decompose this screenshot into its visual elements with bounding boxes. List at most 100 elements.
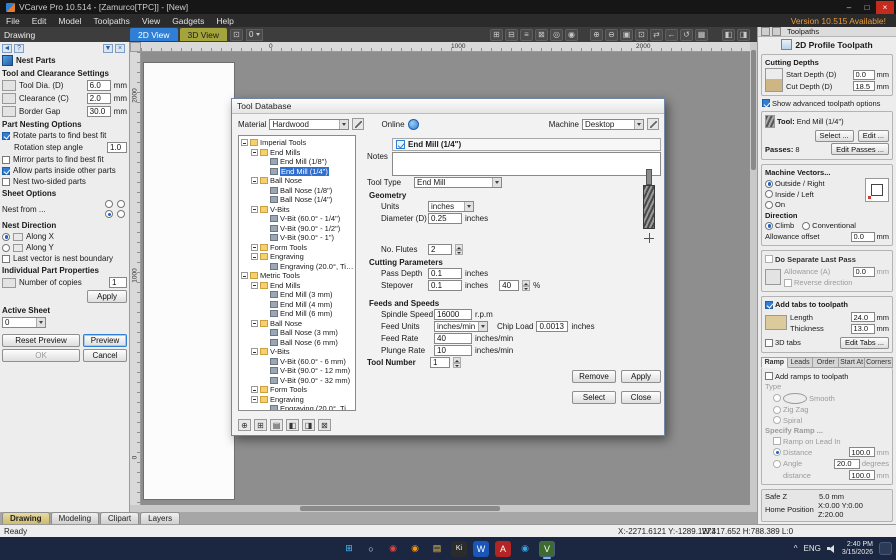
tool-number-input[interactable] xyxy=(430,357,450,368)
stepover-percent-stepper[interactable] xyxy=(522,280,531,291)
subtab[interactable]: Leads xyxy=(787,357,814,368)
word-icon[interactable]: W xyxy=(473,540,489,557)
edit-machine-icon[interactable] xyxy=(647,118,659,130)
units-dropdown[interactable]: inches xyxy=(428,201,474,212)
two-sided-checkbox[interactable] xyxy=(2,177,10,186)
reset-preview-button[interactable]: Reset Preview xyxy=(2,334,80,347)
drawing-panel-tab[interactable]: Drawing xyxy=(0,30,130,40)
refresh-view-icon[interactable]: ↺ xyxy=(680,28,693,41)
tree-expander-icon[interactable] xyxy=(251,177,258,185)
tree-expander-icon[interactable] xyxy=(251,348,258,356)
messaging-icon[interactable]: ◉ xyxy=(517,541,533,557)
tool-tree-item[interactable]: End Mill (3 mm) xyxy=(241,290,355,300)
tree-expander-icon[interactable] xyxy=(251,319,258,327)
zoom-in-icon[interactable]: ⊕ xyxy=(590,28,603,41)
machine-vector-option[interactable]: On xyxy=(765,200,862,209)
chip-load-input[interactable] xyxy=(536,321,569,332)
last-pass-checkbox[interactable] xyxy=(765,255,773,263)
zoom-fit-icon[interactable]: ⊡ xyxy=(635,28,648,41)
along-x-radio[interactable] xyxy=(2,232,10,241)
parts-inside-checkbox[interactable] xyxy=(2,166,10,175)
tool-tree-item[interactable]: Ball Nose xyxy=(241,176,355,186)
monitor-icon[interactable]: ⊡ xyxy=(230,28,243,41)
panel-help-icon[interactable]: ? xyxy=(14,44,24,53)
tool-tree-item[interactable]: Ball Nose (1/4") xyxy=(241,195,355,205)
tool-tree-item[interactable]: V-Bit (90.0° - 32 mm) xyxy=(241,376,355,386)
dialog-titlebar[interactable]: Tool Database xyxy=(232,99,664,114)
tool-tree-item[interactable]: V-Bit (90.0° - 1") xyxy=(241,233,355,243)
stepover-percent-input[interactable] xyxy=(499,280,520,291)
nest-from-top-right-radio[interactable] xyxy=(117,200,125,208)
tool-tree-item[interactable]: Engraving (20.0°, Tip 0.5 - 6... xyxy=(241,404,355,410)
notification-icon[interactable] xyxy=(879,542,892,555)
cancel-button[interactable]: Cancel xyxy=(83,349,127,362)
tool-tree-item[interactable]: Form Tools xyxy=(241,385,355,395)
pass-depth-input[interactable] xyxy=(428,268,462,279)
search-icon[interactable]: ○ xyxy=(363,541,379,557)
tray-chevron-icon[interactable]: ^ xyxy=(794,544,798,553)
add-ramps-checkbox[interactable] xyxy=(765,372,773,380)
menu-item[interactable]: File xyxy=(0,14,26,27)
maximize-button[interactable]: □ xyxy=(858,1,876,14)
ramp-distance-radio[interactable] xyxy=(773,448,781,456)
page-tab[interactable]: Layers xyxy=(140,512,181,524)
tree-expander-icon[interactable] xyxy=(251,148,258,156)
material-dropdown[interactable]: Hardwood xyxy=(269,118,350,130)
firefox-icon[interactable]: ◉ xyxy=(407,541,423,557)
tool-tree-item[interactable]: End Mill (4 mm) xyxy=(241,300,355,310)
tool-tree-item[interactable]: End Mill (6 mm) xyxy=(241,309,355,319)
tool-tree-item[interactable]: Ball Nose (1/8") xyxy=(241,186,355,196)
language-indicator[interactable]: ENG xyxy=(804,544,821,553)
clearance-field-input[interactable] xyxy=(86,106,111,117)
machine-dropdown[interactable]: Desktop xyxy=(582,118,644,130)
tool-edit-button[interactable]: Edit ... xyxy=(857,129,889,142)
tool-tree-item[interactable]: V-Bit (60.0° - 1/4") xyxy=(241,214,355,224)
snap-grid-icon[interactable]: ⊞ xyxy=(490,28,503,41)
close-button[interactable]: × xyxy=(876,0,894,14)
tree-expander-icon[interactable] xyxy=(251,386,258,394)
copy-tool-icon[interactable]: ▤ xyxy=(270,419,283,431)
menu-item[interactable]: Model xyxy=(52,14,87,27)
rotation-step-input[interactable] xyxy=(107,142,127,153)
tree-expander-icon[interactable] xyxy=(241,272,248,280)
tool-tree-item[interactable]: Ball Nose (3 mm) xyxy=(241,328,355,338)
menu-item[interactable]: Gadgets xyxy=(166,14,210,27)
apply-button[interactable]: Apply xyxy=(87,290,127,303)
subtab[interactable]: Start At xyxy=(839,357,866,368)
feed-units-dropdown[interactable]: inches/min xyxy=(434,321,488,332)
tabs-3d-checkbox[interactable] xyxy=(765,338,773,347)
tool-select-button[interactable]: Select ... xyxy=(814,129,854,142)
ruler-toggle-icon[interactable]: ≡ xyxy=(520,28,533,41)
layer-select-dropdown[interactable]: 0 xyxy=(246,28,264,41)
vcarve-icon[interactable]: V xyxy=(539,540,555,559)
tool-tree-item[interactable]: End Mill (1/4") xyxy=(241,166,355,177)
delete-tool-icon[interactable]: ⊠ xyxy=(318,419,331,431)
tool-tree-item[interactable]: Engraving xyxy=(241,252,355,262)
tool-tree-item[interactable]: End Mills xyxy=(241,148,355,158)
ramp-distance2-input[interactable] xyxy=(848,470,875,480)
version-notice[interactable]: Version 10.515 Available! xyxy=(791,16,886,26)
previous-view-icon[interactable]: ← xyxy=(665,28,678,41)
nest-from-top-left-radio[interactable] xyxy=(105,200,113,208)
panel-pin-icon[interactable] xyxy=(761,27,770,36)
ok-button[interactable]: OK xyxy=(2,349,80,362)
page-tab[interactable]: Drawing xyxy=(2,512,50,524)
pan-view-icon[interactable]: ⇄ xyxy=(650,28,663,41)
machine-vector-option[interactable]: Inside / Left xyxy=(765,190,862,199)
climb-radio[interactable] xyxy=(765,221,773,230)
cut-depth-input[interactable] xyxy=(852,81,875,91)
vertical-scrollbar[interactable] xyxy=(750,42,757,505)
tree-expander-icon[interactable] xyxy=(251,243,258,251)
menu-item[interactable]: Toolpaths xyxy=(88,14,136,27)
tool-tree-item[interactable]: End Mill (1/8") xyxy=(241,157,355,167)
panel-autohide-icon[interactable]: ▼ xyxy=(103,44,113,53)
conventional-radio[interactable] xyxy=(802,221,811,230)
smooth-radio[interactable] xyxy=(773,394,781,402)
volume-icon[interactable] xyxy=(826,544,836,553)
export-database-icon[interactable]: ◨ xyxy=(302,419,315,431)
stepover-input[interactable] xyxy=(428,280,462,291)
remove-button[interactable]: Remove xyxy=(572,370,616,383)
radio-icon[interactable] xyxy=(765,200,773,209)
ramp-angle-radio[interactable] xyxy=(773,459,781,468)
ortho-mode-icon[interactable]: ⊠ xyxy=(535,28,548,41)
